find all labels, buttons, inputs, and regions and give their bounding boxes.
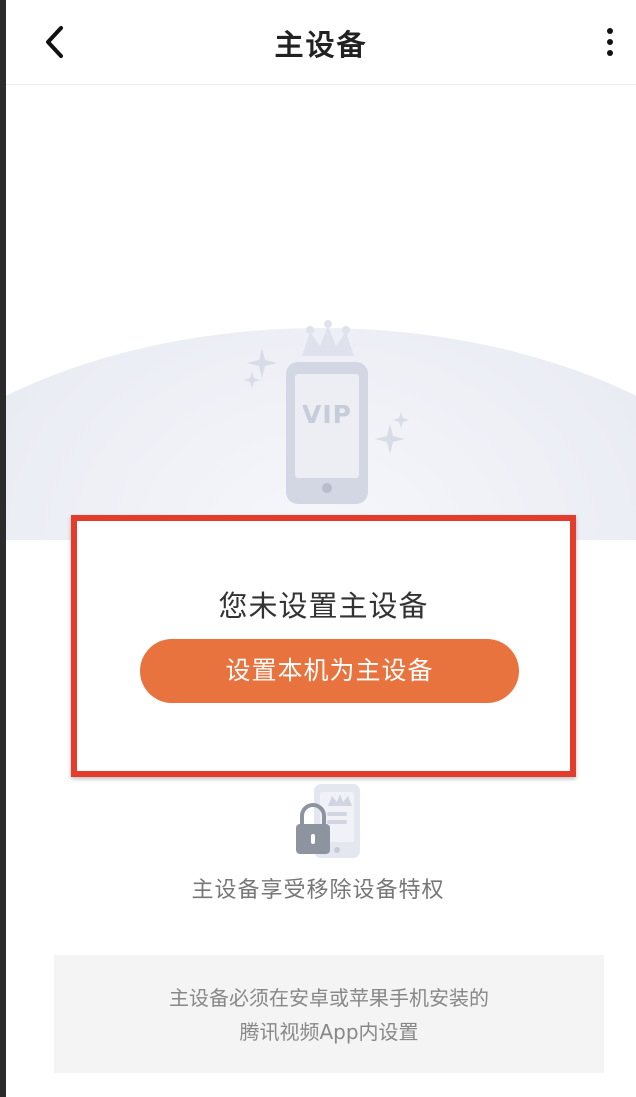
requirement-line-2: 腾讯视频App内设置: [239, 1020, 419, 1044]
privilege-text: 主设备享受移除设备特权: [191, 878, 445, 903]
not-set-notice: 您未设置主设备: [218, 589, 429, 623]
lock-phone-illustration: [290, 780, 370, 860]
top-nav-bar: 主设备: [6, 0, 636, 85]
set-primary-device-panel: 您未设置主设备 设置本机为主设备: [71, 515, 576, 777]
requirement-line-1: 主设备必须在安卓或苹果手机安装的: [169, 986, 489, 1010]
hero-illustration: VIP: [6, 300, 636, 540]
left-edge-bar: [0, 0, 6, 1097]
set-as-primary-device-button[interactable]: 设置本机为主设备: [140, 639, 519, 703]
more-options-button[interactable]: [590, 14, 630, 70]
more-vertical-icon: [607, 28, 613, 56]
page-title: 主设备: [274, 28, 368, 62]
setup-requirement-box: 主设备必须在安卓或苹果手机安装的 腾讯视频App内设置: [54, 955, 604, 1073]
vip-label: VIP: [302, 400, 352, 429]
lock-phone-icon: [296, 784, 360, 858]
